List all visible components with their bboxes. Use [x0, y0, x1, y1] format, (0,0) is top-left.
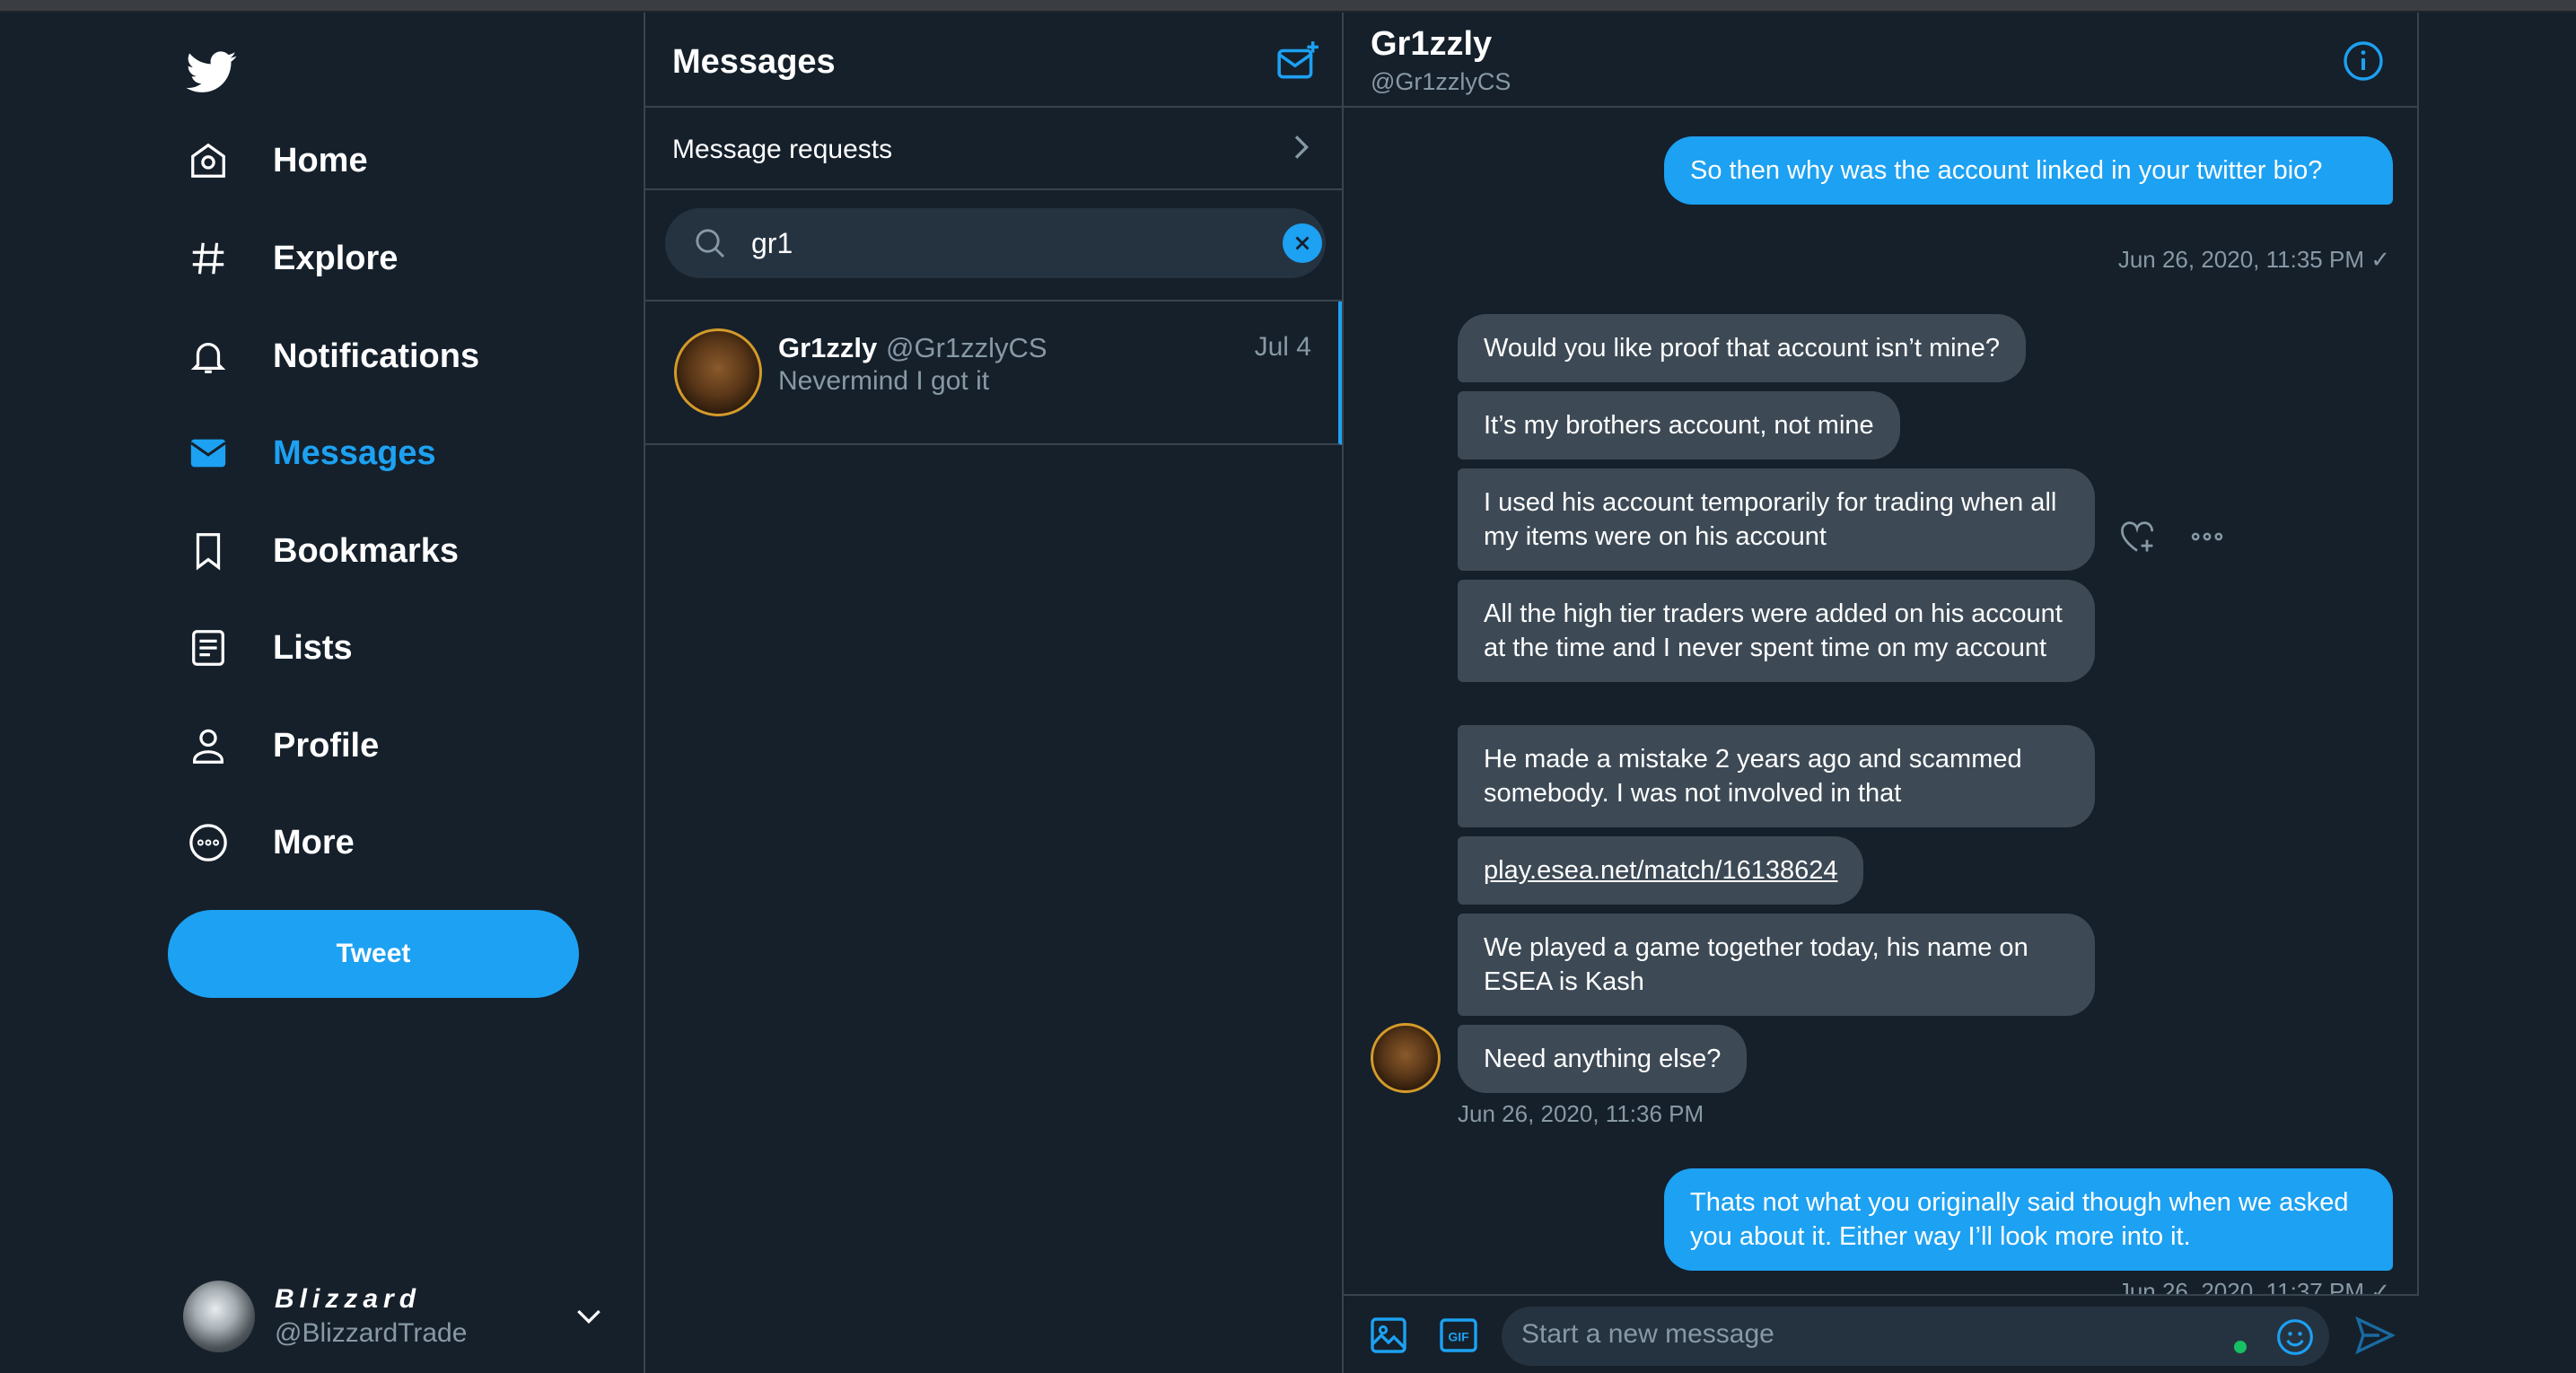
person-icon [185, 722, 232, 769]
send-icon[interactable] [2353, 1314, 2396, 1357]
sidebar-item-label: More [273, 823, 355, 861]
account-name: Blizzard [275, 1284, 422, 1314]
conversation-name: Gr1zzly [778, 332, 878, 363]
message-requests-label: Message requests [672, 135, 893, 164]
twitter-logo-icon[interactable] [185, 47, 239, 97]
account-switcher[interactable]: Blizzard @BlizzardTrade [183, 1276, 614, 1357]
new-message-icon[interactable] [1275, 39, 1320, 84]
sidebar-item-explore[interactable]: Explore [185, 218, 398, 299]
message-input-box[interactable] [1502, 1307, 2329, 1366]
svg-text:GIF: GIF [1448, 1329, 1469, 1343]
message-timestamp: Jun 26, 2020, 11:36 PM [1458, 1100, 1704, 1127]
search-area [645, 190, 1342, 302]
window-top-bar [0, 0, 2576, 13]
search-field[interactable] [665, 208, 1326, 278]
chat-panel: Gr1zzly @Gr1zzlyCS So then why was the a… [1344, 13, 2419, 1373]
sidebar-item-label: Messages [273, 433, 436, 472]
avatar [674, 328, 762, 416]
chevron-down-icon [571, 1298, 607, 1334]
message-bubble-received[interactable]: play.esea.net/match/16138624 [1458, 836, 1864, 905]
more-circle-icon [185, 819, 232, 866]
sidebar-item-label: Bookmarks [273, 531, 459, 570]
status-dot [2234, 1341, 2247, 1353]
image-icon[interactable] [1367, 1314, 1410, 1357]
message-bubble-received[interactable]: It’s my brothers account, not mine [1458, 391, 1900, 459]
message-bubble-sent[interactable]: So then why was the account linked in yo… [1664, 136, 2393, 205]
list-item[interactable]: Gr1zzly @Gr1zzlyCS Jul 4 Nevermind I got… [645, 302, 1342, 445]
sidebar-item-lists[interactable]: Lists [185, 608, 353, 688]
conversation-date: Jul 4 [1254, 332, 1311, 362]
bookmark-icon [185, 528, 232, 574]
search-icon [692, 225, 728, 261]
sidebar-item-label: Explore [273, 239, 399, 277]
envelope-icon [185, 430, 232, 477]
chat-header: Gr1zzly @Gr1zzlyCS [1344, 13, 2417, 108]
bell-icon [185, 333, 232, 380]
gif-icon[interactable]: GIF [1437, 1314, 1480, 1357]
messages-header: Messages [645, 13, 1342, 108]
conversation-list-panel: Messages Message requests Gr1zzly @Gr1zz… [644, 13, 1344, 1373]
chevron-right-icon [1283, 129, 1319, 165]
chat-name: Gr1zzly [1371, 25, 1493, 63]
home-icon [185, 137, 232, 184]
sidebar-item-more[interactable]: More [185, 802, 355, 883]
sidebar-item-bookmarks[interactable]: Bookmarks [185, 511, 459, 591]
message-bubble-received[interactable]: We played a game together today, his nam… [1458, 914, 2095, 1016]
message-bubble-received[interactable]: He made a mistake 2 years ago and scamme… [1458, 725, 2095, 827]
tweet-button[interactable]: Tweet [168, 910, 579, 998]
sidebar-item-profile[interactable]: Profile [185, 705, 379, 786]
clear-search-icon[interactable] [1283, 223, 1322, 263]
message-bubble-sent[interactable]: Thats not what you originally said thoug… [1664, 1168, 2393, 1271]
list-icon [185, 625, 232, 671]
message-requests-link[interactable]: Message requests [645, 108, 1342, 190]
search-input[interactable] [751, 226, 1236, 260]
sidebar-item-label: Lists [273, 628, 353, 667]
sidebar-item-label: Notifications [273, 337, 480, 375]
more-options-icon[interactable] [2187, 517, 2227, 556]
sidebar-item-notifications[interactable]: Notifications [185, 316, 479, 397]
heart-add-icon[interactable] [2117, 517, 2157, 556]
sidebar-nav: Home Explore Notifications Messages Book… [0, 13, 644, 1373]
avatar[interactable] [1371, 1023, 1441, 1093]
conversation-handle: @Gr1zzlyCS [886, 332, 1047, 363]
message-input[interactable] [1521, 1319, 2204, 1350]
message-bubble-received[interactable]: Need anything else? [1458, 1025, 1748, 1093]
message-timestamp: Jun 26, 2020, 11:35 PM ✓ [2117, 246, 2390, 273]
info-icon[interactable] [2342, 39, 2385, 83]
account-handle: @BlizzardTrade [275, 1318, 468, 1348]
hashtag-icon [185, 235, 232, 282]
chat-handle: @Gr1zzlyCS [1371, 68, 1511, 95]
sidebar-item-label: Home [273, 141, 368, 179]
sidebar-item-home[interactable]: Home [185, 120, 368, 201]
message-bubble-received[interactable]: All the high tier traders were added on … [1458, 580, 2095, 682]
conversation-preview: Nevermind I got it [778, 366, 990, 396]
message-bubble-received[interactable]: I used his account temporarily for tradi… [1458, 468, 2095, 571]
sidebar-item-messages[interactable]: Messages [185, 413, 436, 494]
avatar [183, 1281, 255, 1352]
message-bubble-received[interactable]: Would you like proof that account isn’t … [1458, 314, 2026, 382]
message-link[interactable]: play.esea.net/match/16138624 [1484, 856, 1837, 885]
message-composer: GIF [1344, 1294, 2419, 1373]
emoji-icon[interactable] [2275, 1317, 2315, 1357]
page-title: Messages [672, 43, 836, 81]
sidebar-item-label: Profile [273, 726, 380, 765]
